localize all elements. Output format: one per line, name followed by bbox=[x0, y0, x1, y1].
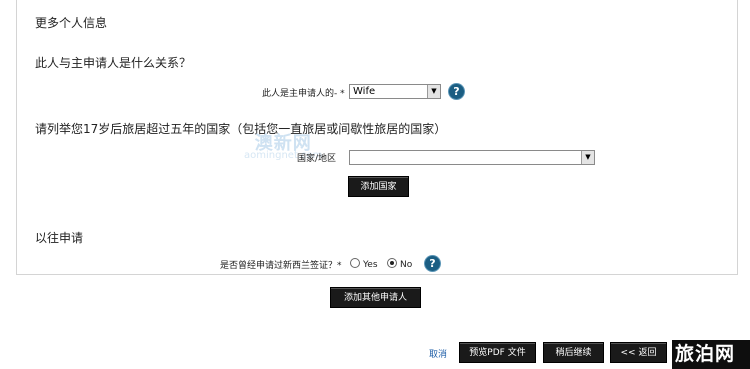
applicant-form-panel bbox=[16, 0, 738, 275]
relationship-select-value: Wife bbox=[353, 86, 376, 97]
save-and-continue-later-button[interactable]: 稍后继续 bbox=[543, 342, 604, 363]
question-mark-circle-icon[interactable]: ? bbox=[425, 256, 440, 271]
yes-label: Yes bbox=[363, 260, 378, 270]
back-button[interactable]: << 返回 bbox=[610, 342, 667, 363]
question-mark-circle-icon[interactable]: ? bbox=[449, 84, 464, 99]
cancel-link[interactable]: 取消 bbox=[429, 347, 447, 360]
chevron-down-icon: ▼ bbox=[427, 85, 440, 98]
previous-visa-no-option[interactable]: No bbox=[387, 258, 412, 270]
relationship-select[interactable]: Wife ▼ bbox=[349, 84, 441, 99]
previous-visa-question: 是否曾经申请过新西兰签证？* bbox=[220, 261, 342, 271]
yes-radio[interactable] bbox=[350, 258, 360, 268]
more-info-heading: 更多个人信息 bbox=[35, 16, 108, 30]
countries-question: 请列举您17岁后旅居超过五年的国家（包括您一直旅居或间歇性旅居的国家） bbox=[35, 122, 447, 136]
country-field-label: 国家/地区 bbox=[297, 154, 337, 164]
relationship-question: 此人与主申请人是什么关系？ bbox=[35, 56, 192, 70]
watermark-title: 澳新网 bbox=[254, 133, 312, 154]
add-other-applicant-button[interactable]: 添加其他申请人 bbox=[330, 287, 421, 308]
no-radio[interactable] bbox=[387, 258, 397, 268]
add-country-button[interactable]: 添加国家 bbox=[348, 176, 409, 197]
no-label: No bbox=[400, 260, 413, 270]
previous-visa-yes-option[interactable]: Yes bbox=[350, 258, 378, 270]
relationship-field-label: 此人是主申请人的- * bbox=[262, 89, 345, 99]
country-select[interactable]: ▼ bbox=[349, 150, 595, 165]
chevron-down-icon: ▼ bbox=[581, 151, 594, 164]
previous-applications-heading: 以往申请 bbox=[35, 231, 84, 245]
preview-pdf-button[interactable]: 预览PDF 文件 bbox=[459, 342, 536, 363]
site-logo: 旅泊网 bbox=[672, 340, 750, 369]
